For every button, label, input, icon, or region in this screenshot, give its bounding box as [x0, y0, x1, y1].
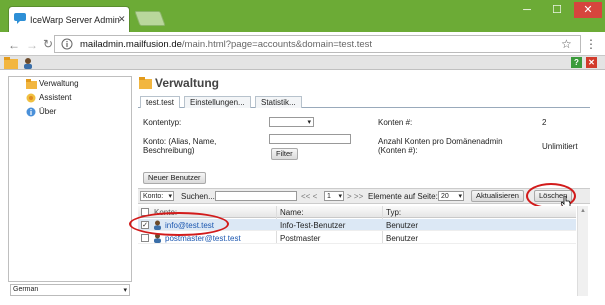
accounts-count-value: 2 — [542, 118, 547, 127]
type-cell: Benutzer — [386, 221, 419, 230]
new-tab-button[interactable] — [134, 11, 166, 26]
tab-statistik[interactable]: Statistik... — [255, 96, 302, 108]
name-cell: Postmaster — [280, 234, 321, 243]
toolbar-folder-icon[interactable] — [4, 57, 18, 69]
chevron-down-icon: ▾ — [338, 193, 342, 200]
browser-tab-title: IceWarp Server Administ — [30, 15, 120, 25]
sidebar-item-label: Über — [39, 107, 57, 116]
sidebar-item-label: Assistent — [39, 93, 72, 102]
close-window-icon[interactable]: ✕ — [574, 2, 602, 18]
per-page-value: 20 — [441, 193, 449, 200]
account-highlight-ellipse — [129, 212, 229, 236]
chevron-down-icon: ▾ — [123, 287, 127, 294]
pager-next[interactable]: > >> — [347, 192, 363, 201]
per-page-select[interactable]: 20 ▾ — [438, 191, 464, 201]
column-header-name[interactable]: Name: — [280, 208, 304, 217]
maximize-icon[interactable]: ☐ — [544, 2, 570, 18]
row-checkbox[interactable] — [141, 234, 149, 242]
folder-icon — [26, 79, 37, 89]
tab-einstellungen[interactable]: Einstellungen... — [184, 96, 251, 108]
new-user-button[interactable]: Neuer Benutzer — [143, 172, 206, 184]
info-icon — [26, 107, 37, 117]
chevron-down-icon: ▾ — [168, 193, 172, 200]
scroll-up-icon[interactable]: ▲ — [580, 208, 586, 214]
chat-bubble-icon — [14, 13, 26, 24]
forward-icon[interactable]: → — [26, 38, 38, 52]
per-admin-value: Unlimitiert — [542, 142, 578, 151]
app-toolbar — [0, 56, 605, 70]
account-type-label: Kontentyp: — [143, 118, 182, 127]
page-value: 1 — [327, 193, 331, 200]
accounts-count-label: Konten #: — [378, 118, 413, 127]
account-filter-input[interactable] — [269, 134, 351, 144]
per-admin-label-line2: (Konten #): — [378, 146, 418, 155]
pager-prev[interactable]: << < — [301, 192, 317, 201]
chevron-down-icon: ▾ — [458, 193, 462, 200]
tab-close-icon[interactable]: ✕ — [118, 14, 126, 25]
toolbar-user-icon[interactable] — [22, 57, 34, 69]
logout-icon[interactable]: ✕ — [586, 57, 597, 68]
column-select[interactable]: Konto: ▾ — [140, 191, 174, 201]
search-input[interactable] — [215, 191, 297, 201]
heading-folder-icon — [139, 77, 152, 89]
grid-scrollbar[interactable]: ▲ — [577, 206, 588, 296]
account-type-select[interactable]: ▾ — [269, 117, 314, 127]
menu-icon[interactable]: ⋮ — [585, 37, 597, 51]
sidebar-item-label: Verwaltung — [39, 79, 79, 88]
language-value: German — [13, 286, 39, 293]
type-cell: Benutzer — [386, 234, 419, 243]
tab-domain[interactable]: test.test — [140, 96, 181, 108]
back-icon[interactable]: ← — [8, 38, 20, 52]
name-cell: Info-Test-Benutzer — [280, 221, 346, 230]
page-title: Verwaltung — [155, 76, 220, 90]
refresh-button[interactable]: Aktualisieren — [471, 190, 524, 202]
reload-icon[interactable]: ↻ — [43, 37, 53, 51]
minimize-icon[interactable]: ─ — [514, 2, 540, 18]
account-filter-label-line2: Beschreibung) — [143, 146, 195, 155]
wand-icon — [26, 93, 37, 103]
page-select[interactable]: 1 ▾ — [324, 191, 344, 201]
language-select[interactable]: German ▾ — [10, 284, 130, 296]
url-text: mailadmin.mailfusion.de/main.html?page=a… — [80, 39, 373, 50]
chevron-down-icon: ▾ — [307, 119, 311, 126]
search-label: Suchen... — [181, 192, 215, 201]
help-icon[interactable]: ? — [571, 57, 582, 68]
filter-button[interactable]: Filter — [271, 148, 298, 160]
page-info-icon[interactable] — [61, 38, 73, 50]
column-select-value: Konto: — [143, 193, 164, 200]
per-admin-label: Anzahl Konten pro Domänenadmin — [378, 137, 503, 146]
column-header-type[interactable]: Typ: — [386, 208, 401, 217]
account-filter-label: Konto: (Alias, Name, — [143, 137, 217, 146]
per-page-label: Elemente auf Seite: — [368, 192, 438, 201]
bookmark-star-icon[interactable]: ☆ — [561, 37, 572, 51]
